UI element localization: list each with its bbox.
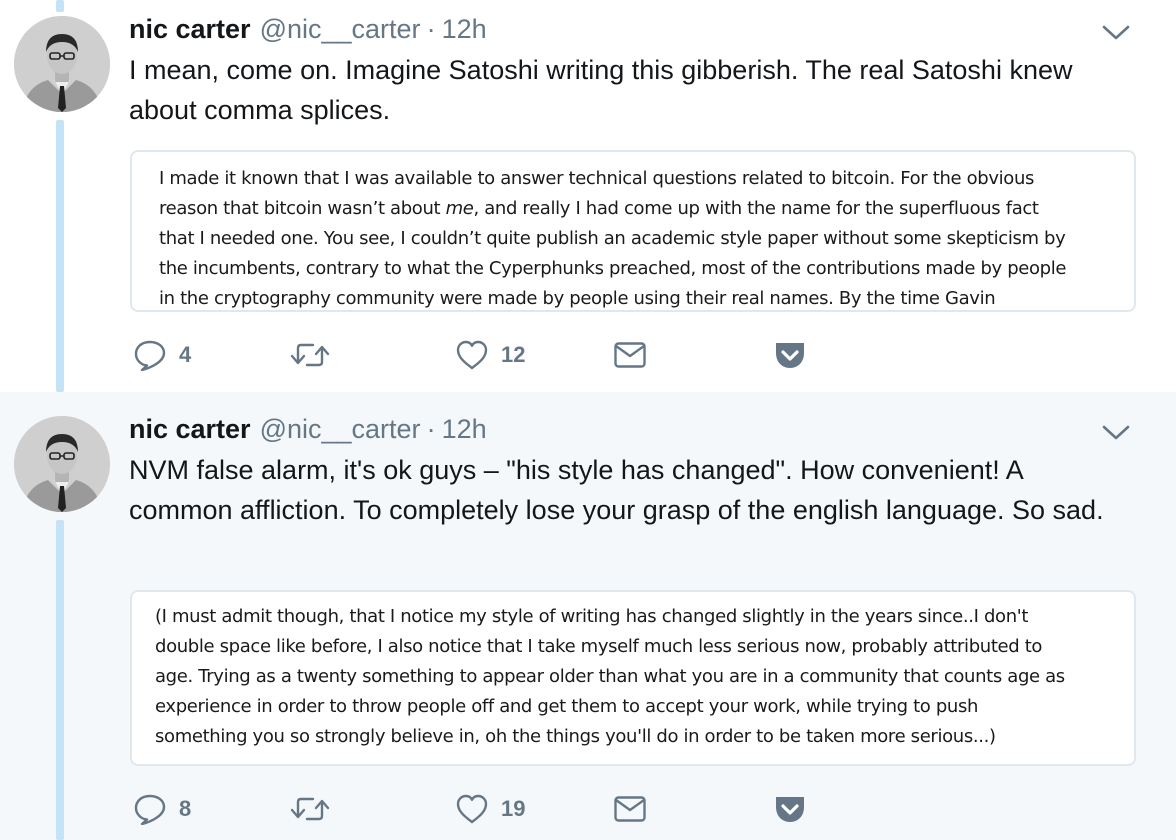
quoted-image-text: I made it known that I was available to …	[159, 164, 1067, 310]
direct-message-button[interactable]	[613, 337, 647, 373]
reply-button[interactable]: 8	[133, 791, 191, 827]
like-button[interactable]: 12	[455, 337, 525, 373]
chevron-down-icon	[1102, 25, 1130, 40]
timestamp[interactable]: 12h	[442, 414, 487, 445]
tweet[interactable]: nic carter @nic__carter · 12h NVM false …	[0, 392, 1176, 840]
quote-line: I made it known that I was available to …	[159, 168, 1035, 189]
separator: ·	[426, 14, 436, 44]
author-handle[interactable]: @nic__carter	[260, 14, 421, 45]
tweet-menu-button[interactable]	[1100, 422, 1132, 442]
quoted-image[interactable]: I made it known that I was available to …	[130, 150, 1136, 312]
quoted-image[interactable]: (I must admit though, that I notice my s…	[130, 590, 1136, 766]
tweet-menu-button[interactable]	[1100, 22, 1132, 42]
retweet-icon	[290, 343, 330, 367]
reply-count: 8	[179, 796, 192, 821]
heart-icon	[456, 340, 488, 370]
reply-count: 4	[179, 342, 192, 367]
tweet[interactable]: nic carter @nic__carter · 12h I mean, co…	[0, 0, 1176, 392]
reply-button[interactable]: 4	[133, 337, 191, 373]
retweet-button[interactable]	[289, 791, 343, 827]
pocket-icon	[776, 797, 804, 822]
tweet-actions: 8 19	[133, 791, 833, 827]
timestamp[interactable]: 12h	[442, 14, 487, 45]
tweet-actions: 4 12	[133, 337, 833, 373]
retweet-icon	[290, 797, 330, 821]
quote-line: that I needed one. You see, I couldn’t q…	[159, 228, 1066, 249]
separator: ·	[426, 414, 436, 444]
envelope-icon	[614, 796, 646, 822]
chevron-down-icon	[1102, 425, 1130, 440]
quote-line: in the cryptography community were made …	[159, 288, 996, 309]
direct-message-button[interactable]	[613, 791, 647, 827]
like-count: 19	[501, 796, 526, 821]
quote-line: age. Trying as a twenty something to app…	[155, 666, 1065, 687]
thread-line	[56, 520, 64, 840]
avatar[interactable]	[14, 16, 110, 112]
retweet-button[interactable]	[289, 337, 343, 373]
tweet-header: nic carter @nic__carter · 12h	[129, 414, 487, 448]
tweet-text: I mean, come on. Imagine Satoshi writing…	[129, 55, 1073, 125]
pocket-button[interactable]	[774, 337, 806, 373]
quote-line: the incumbents, contrary to what the Cyp…	[159, 258, 1067, 279]
quote-line: double space like before, I also notice …	[155, 636, 1043, 657]
avatar[interactable]	[14, 416, 110, 512]
quoted-image-text: (I must admit though, that I notice my s…	[155, 602, 1065, 752]
like-count: 12	[501, 342, 526, 367]
envelope-icon	[614, 342, 646, 368]
reply-icon	[134, 340, 166, 371]
thread-line	[56, 120, 64, 392]
quote-line: something you so strongly believe in, oh…	[155, 726, 996, 747]
like-button[interactable]: 19	[455, 791, 525, 827]
pocket-icon	[776, 343, 804, 368]
author-handle[interactable]: @nic__carter	[260, 414, 421, 445]
quote-line: reason that bitcoin wasn’t about me, and…	[159, 198, 1039, 219]
thread-line	[56, 0, 64, 12]
reply-icon	[134, 794, 166, 825]
tweet-text: NVM false alarm, it's ok guys – "his sty…	[129, 455, 1104, 525]
author-name[interactable]: nic carter	[129, 414, 251, 445]
quote-line: (I must admit though, that I notice my s…	[155, 606, 1029, 627]
pocket-button[interactable]	[774, 791, 806, 827]
heart-icon	[456, 794, 488, 824]
quote-line: experience in order to throw people off …	[155, 696, 979, 717]
author-name[interactable]: nic carter	[129, 14, 251, 45]
tweet-header: nic carter @nic__carter · 12h	[129, 14, 487, 48]
